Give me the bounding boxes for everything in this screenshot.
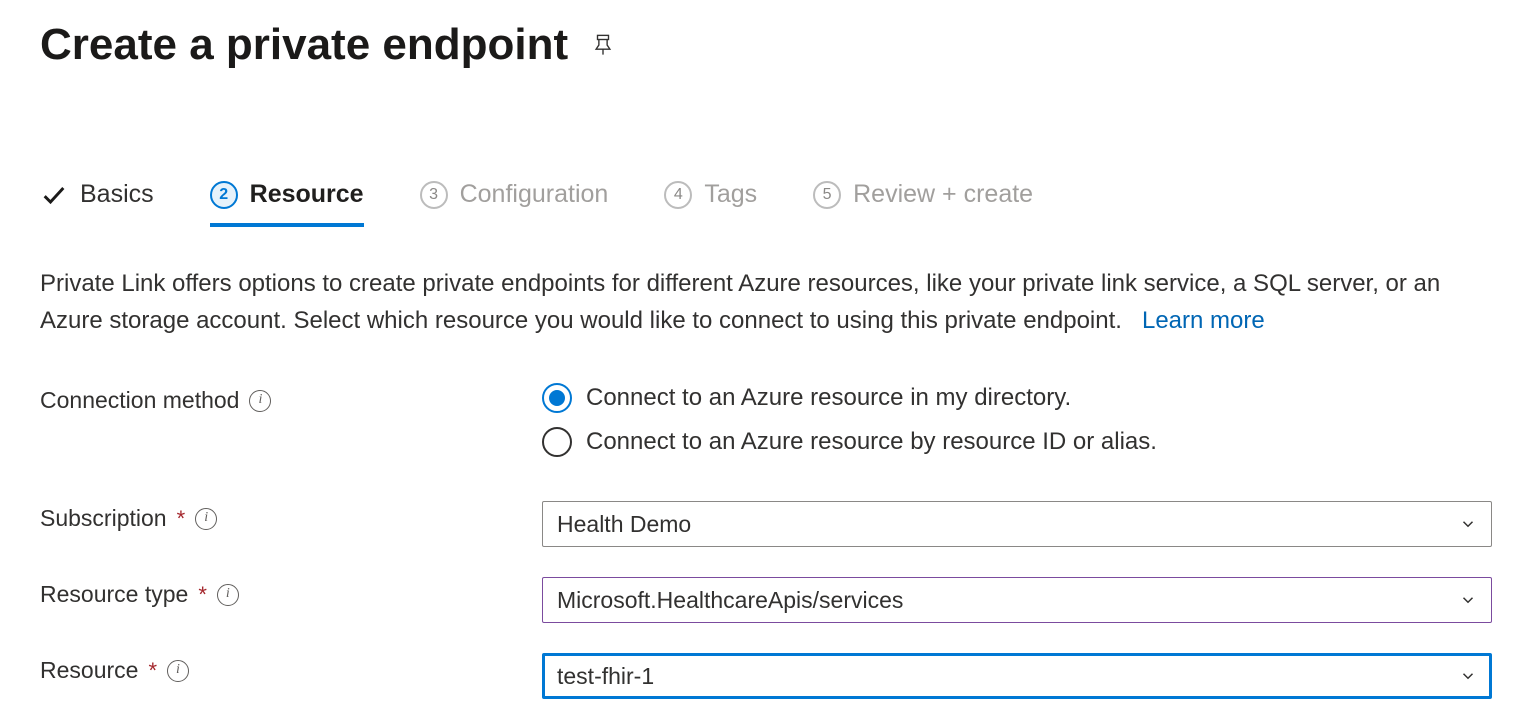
chevron-down-icon [1459,591,1477,609]
connection-method-radio-group: Connect to an Azure resource in my direc… [542,383,1492,457]
tab-label: Review + create [853,180,1033,209]
tab-configuration[interactable]: 3 Configuration [420,180,609,227]
tab-review-create[interactable]: 5 Review + create [813,180,1033,227]
info-icon[interactable]: i [195,508,217,530]
wizard-tabs: Basics 2 Resource 3 Configuration 4 Tags… [40,180,1492,227]
tab-label: Resource [250,180,364,209]
check-icon [40,181,68,209]
tab-description: Private Link offers options to create pr… [40,265,1492,339]
chevron-down-icon [1459,667,1477,685]
step-number-icon: 5 [813,181,841,209]
tab-label: Basics [80,180,154,209]
required-indicator: * [198,582,207,608]
info-icon[interactable]: i [249,390,271,412]
info-icon[interactable]: i [217,584,239,606]
step-number-icon: 4 [664,181,692,209]
pin-icon[interactable] [592,34,614,56]
step-number-icon: 2 [210,181,238,209]
tab-label: Tags [704,180,757,209]
select-value: test-fhir-1 [557,663,654,690]
radio-label: Connect to an Azure resource in my direc… [586,384,1071,412]
tab-basics[interactable]: Basics [40,180,154,227]
select-value: Health Demo [557,511,691,538]
select-value: Microsoft.HealthcareApis/services [557,587,903,614]
resource-type-select[interactable]: Microsoft.HealthcareApis/services [542,577,1492,623]
radio-connect-directory[interactable]: Connect to an Azure resource in my direc… [542,383,1492,413]
radio-connect-resource-id[interactable]: Connect to an Azure resource by resource… [542,427,1492,457]
info-icon[interactable]: i [167,660,189,682]
tab-label: Configuration [460,180,609,209]
required-indicator: * [177,506,186,532]
radio-icon [542,383,572,413]
required-indicator: * [148,658,157,684]
resource-select[interactable]: test-fhir-1 [542,653,1492,699]
resource-type-label: Resource type [40,581,188,608]
radio-icon [542,427,572,457]
subscription-label: Subscription [40,505,167,532]
learn-more-link[interactable]: Learn more [1142,307,1265,334]
connection-method-label: Connection method [40,387,239,414]
tab-tags[interactable]: 4 Tags [664,180,757,227]
step-number-icon: 3 [420,181,448,209]
resource-label: Resource [40,657,138,684]
subscription-select[interactable]: Health Demo [542,501,1492,547]
tab-resource[interactable]: 2 Resource [210,180,364,227]
radio-label: Connect to an Azure resource by resource… [586,428,1157,456]
page-title: Create a private endpoint [40,20,568,70]
chevron-down-icon [1459,515,1477,533]
